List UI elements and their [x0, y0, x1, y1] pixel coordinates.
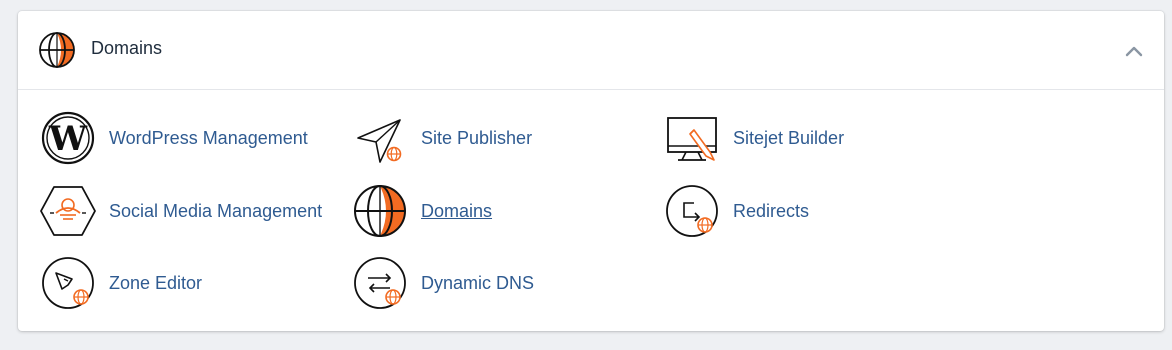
item-site-publisher[interactable]: Site Publisher [352, 110, 532, 166]
item-label[interactable]: Zone Editor [109, 273, 202, 294]
panel-header[interactable]: Domains [18, 11, 1164, 90]
item-wordpress-management[interactable]: W WordPress Management [40, 110, 308, 166]
item-domains[interactable]: Domains [352, 183, 492, 239]
panel-title: Domains [91, 38, 163, 58]
item-label[interactable]: Sitejet Builder [733, 128, 844, 149]
item-redirects[interactable]: Redirects [664, 183, 809, 239]
chevron-up-icon[interactable] [1122, 39, 1146, 63]
item-dynamic-dns[interactable]: Dynamic DNS [352, 255, 534, 311]
domains-panel: Domains W WordPress Management Site Publ… [18, 11, 1164, 331]
paper-plane-icon [357, 119, 402, 163]
redirect-icon [666, 185, 718, 237]
globe-icon [39, 32, 75, 68]
dynamic-dns-icon [354, 257, 406, 309]
item-zone-editor[interactable]: Zone Editor [40, 255, 202, 311]
item-label[interactable]: WordPress Management [109, 128, 308, 149]
globe-icon [354, 185, 406, 237]
monitor-pencil-icon [667, 117, 717, 161]
wordpress-icon: W [41, 111, 95, 165]
item-label[interactable]: Site Publisher [421, 128, 532, 149]
item-label[interactable]: Domains [421, 201, 492, 222]
item-label[interactable]: Dynamic DNS [421, 273, 534, 294]
item-label[interactable]: Redirects [733, 201, 809, 222]
zone-editor-icon [42, 257, 94, 309]
item-sitejet-builder[interactable]: Sitejet Builder [664, 110, 844, 166]
social-media-icon [40, 186, 96, 236]
item-social-media-management[interactable]: Social Media Management [40, 183, 322, 239]
item-label[interactable]: Social Media Management [109, 201, 322, 222]
svg-text:W: W [48, 119, 88, 159]
